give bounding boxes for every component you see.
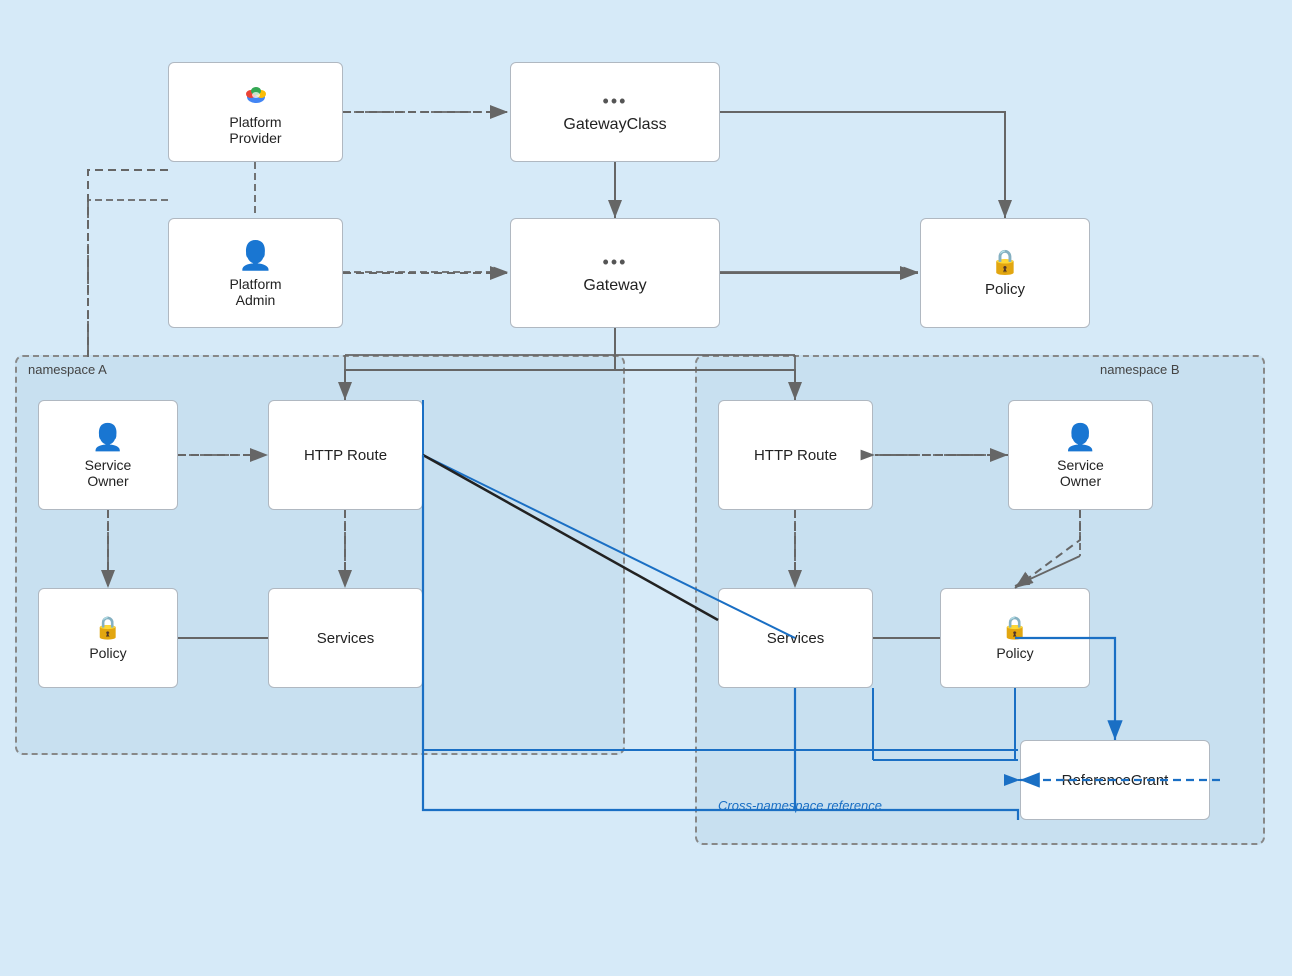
platform-admin-box: 👤 PlatformAdmin <box>168 218 343 328</box>
service-owner-a-label: ServiceOwner <box>85 457 132 489</box>
lock-icon-a: 🔒 <box>94 615 121 641</box>
gateway-icon: ••• <box>603 252 628 273</box>
arr-class-policy <box>720 112 1005 218</box>
namespace-b-label: namespace B <box>1100 362 1180 377</box>
platform-admin-label: PlatformAdmin <box>229 276 281 308</box>
policy-b-box: 🔒 Policy <box>940 588 1090 688</box>
lock-icon-top: 🔒 <box>990 248 1020 277</box>
services-b-label: Services <box>767 630 825 647</box>
person-icon-admin: 👤 <box>238 239 273 272</box>
reference-grant-box: ReferenceGrant <box>1020 740 1210 820</box>
policy-b-label: Policy <box>996 645 1033 661</box>
gcp-icon <box>240 78 272 110</box>
person-icon-sob: 👤 <box>1064 422 1096 453</box>
reference-grant-label: ReferenceGrant <box>1062 772 1169 789</box>
services-b-box: Services <box>718 588 873 688</box>
service-owner-b-label: ServiceOwner <box>1057 457 1104 489</box>
diagram-container: namespace A namespace B PlatformProvider… <box>0 0 1292 976</box>
gateway-class-label: GatewayClass <box>563 116 666 134</box>
http-route-b-box: HTTP Route <box>718 400 873 510</box>
services-a-label: Services <box>317 630 375 647</box>
platform-provider-label: PlatformProvider <box>229 114 281 146</box>
http-route-a-label: HTTP Route <box>304 447 387 464</box>
gateway-box: ••• Gateway <box>510 218 720 328</box>
policy-top-box: 🔒 Policy <box>920 218 1090 328</box>
namespace-a-label: namespace A <box>28 362 107 377</box>
policy-a-box: 🔒 Policy <box>38 588 178 688</box>
http-route-b-label: HTTP Route <box>754 447 837 464</box>
service-owner-b-box: 👤 ServiceOwner <box>1008 400 1153 510</box>
services-a-box: Services <box>268 588 423 688</box>
arr-provider-nsa <box>88 170 168 357</box>
http-route-a-box: HTTP Route <box>268 400 423 510</box>
policy-top-label: Policy <box>985 281 1025 298</box>
lock-icon-b: 🔒 <box>1001 615 1028 641</box>
person-icon-soa: 👤 <box>92 422 124 453</box>
gateway-class-icon: ••• <box>603 91 628 112</box>
policy-a-label: Policy <box>89 645 126 661</box>
platform-provider-box: PlatformProvider <box>168 62 343 162</box>
gateway-class-box: ••• GatewayClass <box>510 62 720 162</box>
service-owner-a-box: 👤 ServiceOwner <box>38 400 178 510</box>
cross-namespace-label: Cross-namespace reference <box>718 798 882 813</box>
gateway-label: Gateway <box>583 277 646 295</box>
